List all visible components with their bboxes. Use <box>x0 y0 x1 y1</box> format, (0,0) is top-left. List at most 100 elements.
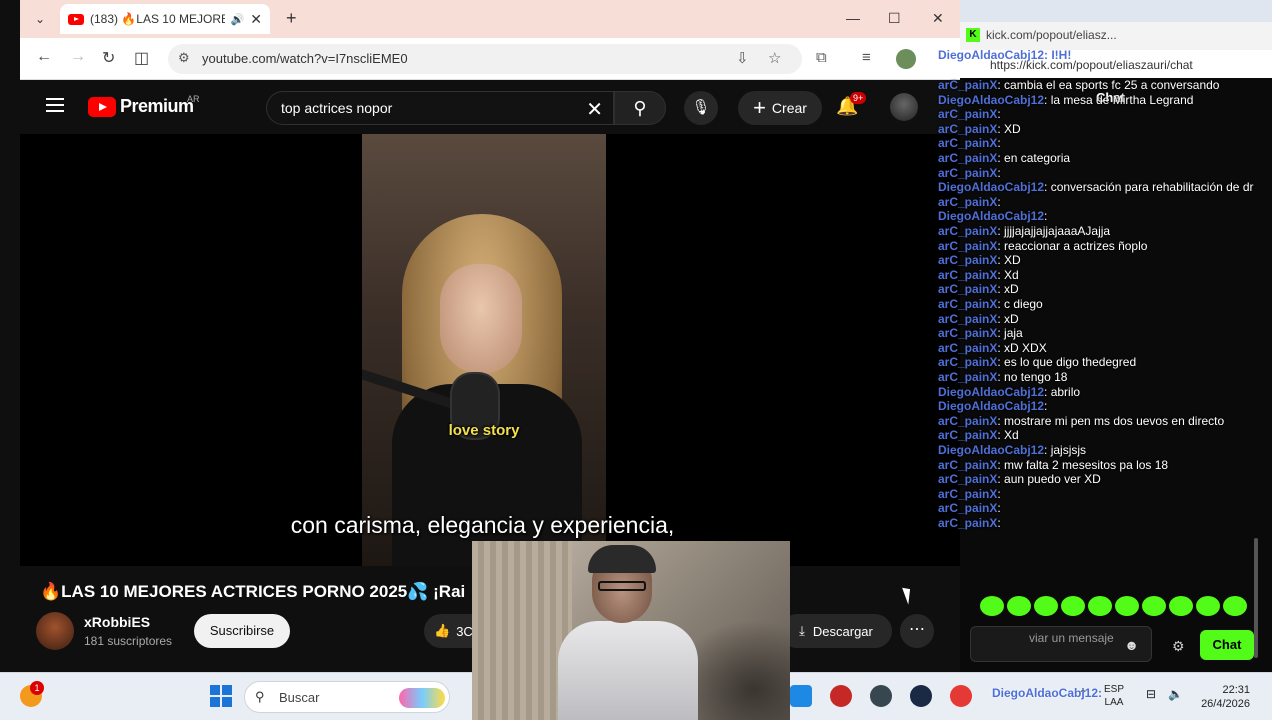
start-button[interactable] <box>210 685 232 707</box>
search-input[interactable]: top actrices nopor ✕ <box>266 91 614 125</box>
maximize-icon[interactable]: ☐ <box>888 10 901 27</box>
language-indicator[interactable]: ESP LAA <box>1104 683 1124 709</box>
webcam-wall <box>472 541 572 720</box>
create-label: Crear <box>771 100 807 116</box>
chat-username[interactable]: arC_painX <box>938 253 997 267</box>
close-window-icon[interactable]: ✕ <box>932 10 944 27</box>
taskbar-search[interactable]: ⚲ Buscar <box>244 681 450 713</box>
volume-icon[interactable]: 🔈 <box>1168 687 1183 701</box>
emote-icon[interactable] <box>1142 596 1166 616</box>
taskbar-app-icon[interactable] <box>870 685 892 707</box>
new-tab-button[interactable]: + <box>286 8 297 29</box>
emote-icon[interactable] <box>980 596 1004 616</box>
extensions-icon[interactable]: ⧉ <box>816 49 827 66</box>
close-tab-icon[interactable]: ✕ <box>250 11 262 28</box>
taskbar-app-icon[interactable] <box>790 685 812 707</box>
speaker-icon[interactable]: 🔊 <box>231 13 245 26</box>
chat-username[interactable]: arC_painX <box>938 151 997 165</box>
emote-icon[interactable] <box>1169 596 1193 616</box>
menu-icon[interactable] <box>46 98 64 116</box>
clear-search-icon[interactable]: ✕ <box>586 97 603 122</box>
taskbar-app-icon[interactable] <box>830 685 852 707</box>
video-player[interactable]: love story con carisma, elegancia y expe… <box>20 134 960 566</box>
chat-username[interactable]: arC_painX <box>938 297 997 311</box>
chat-message: DiegoAldaoCabj12: <box>938 209 1047 223</box>
chat-username[interactable]: arC_painX <box>938 312 997 326</box>
emote-icon[interactable] <box>1088 596 1112 616</box>
download-button[interactable]: ⤓ Descargar <box>780 614 892 648</box>
emote-icon[interactable] <box>1007 596 1031 616</box>
search-button[interactable]: ⚲ <box>614 91 666 125</box>
voice-search-button[interactable]: 🎙 <box>684 91 718 125</box>
forward-icon[interactable]: → <box>70 48 86 66</box>
channel-avatar[interactable] <box>36 612 74 650</box>
media-control-icon[interactable]: ≡ <box>862 49 871 66</box>
create-button[interactable]: + Crear <box>738 91 822 125</box>
chat-username[interactable]: DiegoAldaoCabj12 <box>938 93 1044 107</box>
tab-youtube[interactable]: (183) 🔥LAS 10 MEJORES A 🔊 ✕ <box>60 4 270 34</box>
chat-username[interactable]: arC_painX <box>938 326 997 340</box>
chat-username[interactable]: arC_painX <box>938 355 997 369</box>
youtube-logo[interactable]: Premium <box>88 96 194 117</box>
more-actions-button[interactable]: ⋯ <box>900 614 934 648</box>
account-avatar[interactable] <box>890 93 918 121</box>
emote-bar[interactable] <box>980 596 1247 616</box>
clock[interactable]: 22:31 26/4/2026 <box>1196 683 1250 711</box>
plus-icon: + <box>753 95 766 120</box>
subscribe-button[interactable]: Suscribirse <box>194 614 290 648</box>
site-info-icon[interactable]: ⚙ <box>178 50 190 66</box>
chat-username[interactable]: DiegoAldaoCabj12 <box>938 209 1044 223</box>
reload-icon[interactable]: ↻ <box>102 48 115 68</box>
chat-username[interactable]: arC_painX <box>938 122 997 136</box>
profile-avatar[interactable] <box>896 49 916 69</box>
emote-icon[interactable] <box>1115 596 1139 616</box>
bookmark-star-icon[interactable]: ☆ <box>768 49 781 67</box>
chat-username[interactable]: arC_painX <box>938 341 997 355</box>
chat-username[interactable]: arC_painX <box>938 501 997 515</box>
chat-username[interactable]: arC_painX <box>938 166 997 180</box>
chat-username[interactable]: arC_painX <box>938 224 997 238</box>
chat-message: DiegoAldaoCabj12: <box>938 399 1047 413</box>
channel-name[interactable]: xRobbiES <box>84 614 150 630</box>
chat-send-button[interactable]: Chat <box>1200 630 1254 660</box>
chat-message: arC_painX: jjjjajajjajjajaaaAJajja <box>938 224 1110 238</box>
back-icon[interactable]: ← <box>36 48 52 66</box>
chat-settings-gear-icon[interactable]: ⚙ <box>1172 638 1185 655</box>
chat-username[interactable]: arC_painX <box>938 239 997 253</box>
tab-search-menu-icon[interactable]: ⌄ <box>28 8 52 30</box>
chat-username[interactable]: arC_painX <box>938 370 997 384</box>
chat-username[interactable]: arC_painX <box>938 282 997 296</box>
minimize-icon[interactable]: — <box>846 10 860 26</box>
steam-icon[interactable] <box>910 685 932 707</box>
chat-username[interactable]: arC_painX <box>938 428 997 442</box>
chat-username[interactable]: arC_painX <box>938 107 997 121</box>
like-button[interactable]: 👍 3C <box>424 614 476 648</box>
chat-username[interactable]: arC_painX <box>938 414 997 428</box>
chat-username[interactable]: DiegoAldaoCabj12 <box>938 180 1044 194</box>
emote-icon[interactable] <box>1223 596 1247 616</box>
chat-username[interactable]: arC_painX <box>938 78 997 92</box>
chat-username[interactable]: DiegoAldaoCabj12 <box>938 399 1044 413</box>
chat-username[interactable]: DiegoAldaoCabj12 <box>938 385 1044 399</box>
install-app-icon[interactable]: ⇩ <box>736 49 749 67</box>
network-icon[interactable]: ⊟ <box>1146 687 1156 701</box>
chat-username[interactable]: arC_painX <box>938 516 997 530</box>
split-view-icon[interactable]: ◫ <box>134 48 149 68</box>
chat-username[interactable]: arC_painX <box>938 487 997 501</box>
chat-username[interactable]: DiegoAldaoCabj12 <box>938 443 1044 457</box>
taskbar-app-icon[interactable] <box>950 685 972 707</box>
chat-username[interactable]: arC_painX <box>938 268 997 282</box>
chat-username[interactable]: arC_painX <box>938 195 997 209</box>
webcam-person-cap <box>588 545 656 573</box>
chat-scrollbar[interactable] <box>1254 538 1258 658</box>
emoji-picker-icon[interactable]: ☻ <box>1124 637 1139 653</box>
emote-icon[interactable] <box>1196 596 1220 616</box>
emote-icon[interactable] <box>1034 596 1058 616</box>
emote-icon[interactable] <box>1061 596 1085 616</box>
chat-username[interactable]: arC_painX <box>938 136 997 150</box>
chat-username[interactable]: arC_painX <box>938 472 997 486</box>
url-field[interactable]: ⚙ youtube.com/watch?v=I7nscliEME0 <box>168 44 802 74</box>
chat-text: : <box>997 107 1001 122</box>
chat-message-input[interactable]: viar un mensaje ☻ <box>970 626 1152 662</box>
chat-username[interactable]: arC_painX <box>938 458 997 472</box>
